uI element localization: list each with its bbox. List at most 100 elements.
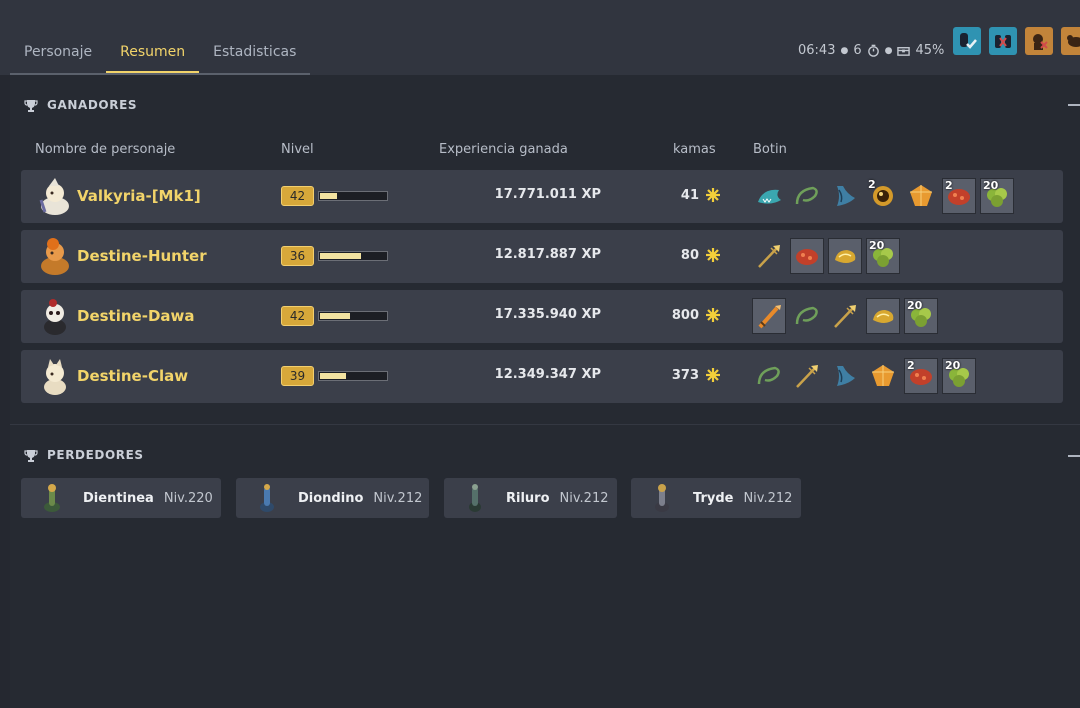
tab-resumen[interactable]: Resumen	[106, 30, 200, 73]
winner-row: Destine-Claw 39 12.349.347 XP 373 2 20	[21, 350, 1063, 403]
loot-item[interactable]	[866, 358, 900, 394]
pet-button[interactable]	[1061, 27, 1080, 55]
loot-item[interactable]: 2	[904, 358, 938, 394]
character-avatar-icon	[39, 178, 69, 215]
losers-header: PERDEDORES	[24, 448, 144, 462]
gold-nugget-icon	[835, 250, 856, 263]
level-badge: 42	[281, 186, 314, 206]
stopwatch-icon	[867, 44, 879, 57]
shark-head-icon	[758, 189, 781, 204]
blue-claw-icon	[837, 366, 855, 386]
loot-list: 20	[752, 238, 900, 274]
loser-level: Niv.212	[373, 490, 423, 506]
loot-quantity: 2	[907, 359, 915, 372]
kama-icon	[706, 368, 720, 382]
chest-icon	[897, 47, 911, 56]
loot-item[interactable]	[790, 358, 824, 394]
loser-level: Niv.212	[743, 490, 793, 506]
loser-name: Riluro	[506, 490, 550, 506]
loser-card[interactable]: Riluro Niv.212	[444, 478, 617, 518]
character-check-icon	[960, 33, 977, 49]
col-name: Nombre de personaje	[35, 142, 176, 157]
loot-item[interactable]: 20	[980, 178, 1014, 214]
kama-icon	[706, 308, 720, 322]
col-kamas: kamas	[673, 142, 716, 157]
loser-card[interactable]: Tryde Niv.212	[631, 478, 801, 518]
loot-item[interactable]	[828, 178, 862, 214]
loot-item[interactable]	[790, 178, 824, 214]
loot-list: 2 20	[752, 358, 976, 394]
kama-icon	[706, 248, 720, 262]
losers-collapse-button[interactable]	[1068, 455, 1080, 457]
loser-name: Diondino	[298, 490, 364, 506]
top-bar: Personaje Resumen Estadisticas 06:43 ● 6…	[0, 0, 1080, 75]
xp-gained: 12.349.347 XP	[461, 367, 601, 382]
loot-item[interactable]	[828, 358, 862, 394]
winner-row: Destine-Hunter 36 12.817.887 XP 80 20	[21, 230, 1063, 283]
loot-quantity: 20	[945, 359, 961, 372]
loser-level: Niv.220	[163, 490, 213, 506]
kamas-value: 80	[680, 247, 699, 263]
character-name[interactable]: Valkyria-[Mk1]	[77, 187, 201, 205]
col-loot: Botin	[753, 142, 787, 157]
loser-card[interactable]: Diondino Niv.212	[236, 478, 429, 518]
loot-item[interactable]	[790, 298, 824, 334]
turn-count: 6	[853, 43, 862, 58]
character-name[interactable]: Destine-Hunter	[77, 247, 207, 265]
kamas-value: 373	[671, 367, 699, 383]
section-divider	[10, 424, 1080, 425]
loot-quantity: 2	[868, 178, 876, 191]
xp-gained: 12.817.887 XP	[461, 247, 601, 262]
xp-unit: XP	[581, 307, 601, 322]
kama-icon	[706, 188, 720, 202]
loot-item[interactable]: 20	[942, 358, 976, 394]
winners-header: GANADORES	[24, 98, 137, 112]
loot-quantity: 20	[869, 239, 885, 252]
monster-avatar-icon	[655, 484, 669, 512]
loot-item[interactable]	[866, 298, 900, 334]
monster-avatar-icon	[469, 484, 481, 512]
character-name[interactable]: Destine-Dawa	[77, 307, 195, 325]
blue-claw-icon	[837, 186, 855, 206]
loot-item[interactable]	[752, 178, 786, 214]
col-level: Nivel	[281, 142, 314, 157]
prospecting-percent: 45%	[915, 43, 945, 58]
loot-item[interactable]: 20	[866, 238, 900, 274]
level-progress-fill	[320, 193, 337, 199]
losers-title: PERDEDORES	[47, 448, 144, 462]
orange-gem-icon	[910, 185, 932, 206]
loot-item[interactable]	[828, 298, 862, 334]
loot-item[interactable]	[904, 178, 938, 214]
winner-row: Destine-Dawa 42 17.335.940 XP 800 20	[21, 290, 1063, 343]
loot-item[interactable]	[752, 298, 786, 334]
level-progress-bar	[318, 311, 388, 321]
loot-quantity: 2	[945, 179, 953, 192]
loot-item[interactable]	[752, 238, 786, 274]
loot-item[interactable]	[790, 238, 824, 274]
enemy-icon	[1033, 34, 1048, 50]
orange-gem-icon	[872, 365, 894, 386]
group-button[interactable]	[989, 27, 1017, 55]
loot-list: 2 2 20	[752, 178, 1014, 214]
green-whip-icon	[757, 366, 780, 385]
xp-gained: 17.335.940 XP	[461, 307, 601, 322]
loot-item[interactable]: 2	[866, 178, 900, 214]
character-check-button[interactable]	[953, 27, 981, 55]
pet-icon	[1067, 35, 1080, 47]
tab-personaje[interactable]: Personaje	[10, 30, 106, 73]
tab-estadisticas[interactable]: Estadisticas	[199, 30, 310, 73]
winners-collapse-button[interactable]	[1068, 104, 1080, 106]
xp-gained: 17.771.011 XP	[461, 187, 601, 202]
level-progress-bar	[318, 251, 388, 261]
loot-item[interactable]	[828, 238, 862, 274]
enemy-button[interactable]	[1025, 27, 1053, 55]
kamas-value: 41	[680, 187, 699, 203]
loser-card[interactable]: Dientinea Niv.220	[21, 478, 221, 518]
xp-value: 12.349.347	[494, 367, 577, 382]
character-name[interactable]: Destine-Claw	[77, 367, 188, 385]
loot-item[interactable]: 20	[904, 298, 938, 334]
loot-item[interactable]: 2	[942, 178, 976, 214]
winners-title: GANADORES	[47, 98, 138, 112]
fight-status: 06:43 ● 6 ● 45%	[798, 43, 944, 58]
loot-item[interactable]	[752, 358, 786, 394]
